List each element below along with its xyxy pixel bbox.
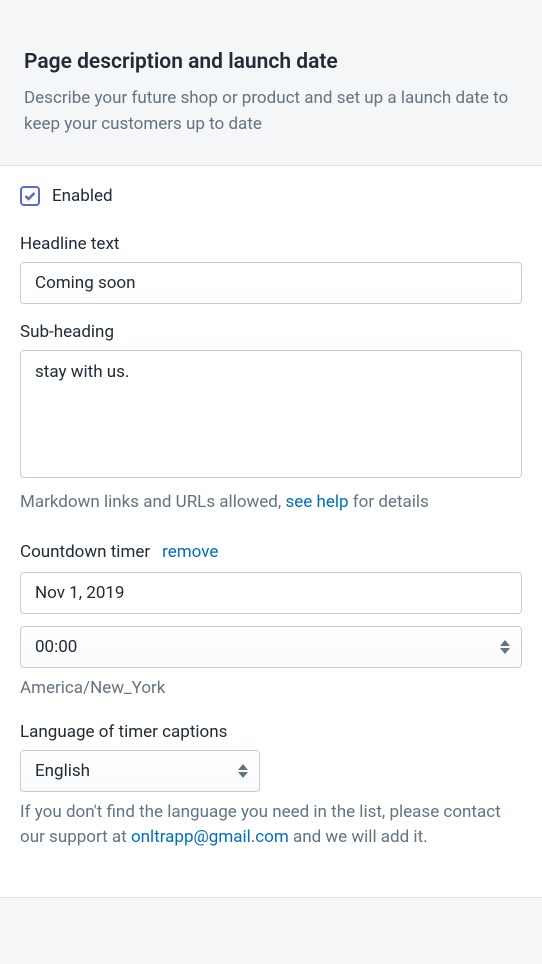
language-help-suffix: and we will add it.	[289, 827, 428, 847]
subheading-field-group: Sub-heading Markdown links and URLs allo…	[20, 322, 522, 516]
headline-input[interactable]	[20, 262, 522, 304]
remove-countdown-link[interactable]: remove	[162, 542, 218, 562]
help-suffix: for details	[349, 492, 429, 512]
enabled-checkbox[interactable]	[20, 186, 40, 206]
footer-area	[0, 898, 542, 958]
subheading-input[interactable]	[20, 350, 522, 478]
countdown-time-select[interactable]: 00:00	[20, 626, 522, 668]
support-email-link[interactable]: onltrapp@gmail.com	[131, 827, 289, 847]
checkmark-icon	[24, 191, 36, 201]
language-field-group: Language of timer captions English If yo…	[20, 722, 522, 851]
enabled-checkbox-row: Enabled	[20, 186, 522, 206]
enabled-label: Enabled	[52, 186, 113, 206]
language-help: If you don't find the language you need …	[20, 800, 522, 851]
page-title: Page description and launch date	[24, 50, 518, 74]
language-select-wrapper: English	[20, 750, 260, 792]
headline-field-group: Headline text	[20, 234, 522, 304]
subheading-help: Markdown links and URLs allowed, see hel…	[20, 490, 522, 516]
countdown-label: Countdown timer	[20, 542, 150, 562]
header-section: Page description and launch date Describ…	[0, 0, 542, 166]
language-label: Language of timer captions	[20, 722, 522, 742]
timezone-text: America/New_York	[20, 678, 522, 698]
headline-label: Headline text	[20, 234, 522, 254]
page-subtitle: Describe your future shop or product and…	[24, 86, 518, 137]
countdown-date-input[interactable]	[20, 572, 522, 614]
subheading-label: Sub-heading	[20, 322, 522, 342]
form-section: Enabled Headline text Sub-heading Markdo…	[0, 166, 542, 898]
language-select[interactable]: English	[20, 750, 260, 792]
countdown-field-group: Countdown timer remove 00:00 America/New…	[20, 542, 522, 698]
help-prefix: Markdown links and URLs allowed,	[20, 492, 285, 512]
countdown-time-select-wrapper: 00:00	[20, 626, 522, 668]
see-help-link[interactable]: see help	[285, 492, 348, 512]
